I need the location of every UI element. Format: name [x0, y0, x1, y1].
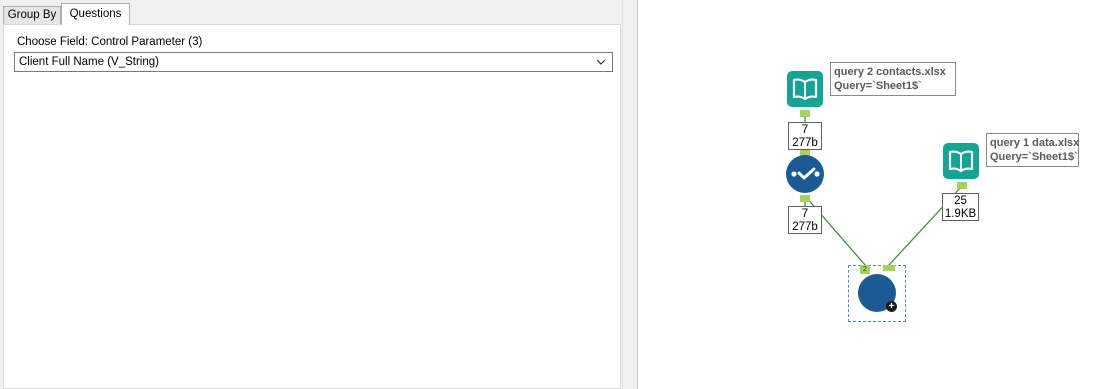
panel-scrollbar[interactable] — [622, 0, 637, 389]
annotation-query: Query=`Sheet1$` — [990, 151, 1078, 163]
record-size: 277b — [792, 137, 818, 149]
record-count-box: 7 277b — [788, 122, 822, 150]
chevron-down-icon — [596, 59, 606, 65]
select-tool[interactable] — [786, 155, 824, 193]
input-tool-contacts-annotation: query 2 contacts.xlsx Query=`Sheet1$` — [830, 62, 956, 96]
record-count-box: 7 277b — [788, 206, 822, 234]
tab-questions[interactable]: Questions — [61, 3, 130, 25]
choose-field-value: Client Full Name (V_String) — [19, 56, 159, 68]
tab-group-by[interactable]: Group By — [3, 6, 61, 24]
choose-field-label: Choose Field: Control Parameter (3) — [17, 36, 203, 48]
output-anchor[interactable] — [800, 195, 810, 202]
macro-input-anchor[interactable] — [883, 265, 895, 271]
annotation-filename: query 2 contacts.xlsx — [834, 66, 946, 78]
input-tool-data-annotation: query 1 data.xlsx Query=`Sheet1$` — [986, 133, 1079, 167]
input-tool-contacts[interactable] — [787, 71, 823, 107]
configuration-panel: Group By Questions Choose Field: Control… — [0, 0, 637, 389]
plus-badge-icon: + — [886, 301, 897, 312]
record-count: 7 — [801, 124, 809, 136]
checkmark-icon — [791, 167, 820, 180]
book-icon — [792, 78, 818, 101]
annotation-query: Query=`Sheet1$` — [834, 80, 922, 92]
questions-tab-page: Choose Field: Control Parameter (3) Clie… — [3, 24, 621, 389]
annotation-filename: query 1 data.xlsx — [990, 137, 1080, 149]
macro-input-anchor-2[interactable]: 2 — [860, 265, 870, 274]
record-count-box: 25 1.9KB — [942, 193, 979, 221]
record-count: 7 — [801, 208, 809, 220]
record-count: 25 — [954, 195, 967, 207]
book-icon — [948, 150, 974, 173]
output-anchor[interactable] — [957, 182, 967, 189]
record-size: 1.9KB — [944, 208, 977, 220]
output-anchor[interactable] — [800, 110, 810, 117]
choose-field-dropdown[interactable]: Client Full Name (V_String) — [14, 52, 613, 72]
workflow-canvas[interactable]: query 2 contacts.xlsx Query=`Sheet1$` 7 … — [638, 0, 1118, 389]
record-size: 277b — [792, 221, 818, 233]
connector-lines — [804, 116, 963, 267]
input-tool-data[interactable] — [943, 143, 979, 179]
